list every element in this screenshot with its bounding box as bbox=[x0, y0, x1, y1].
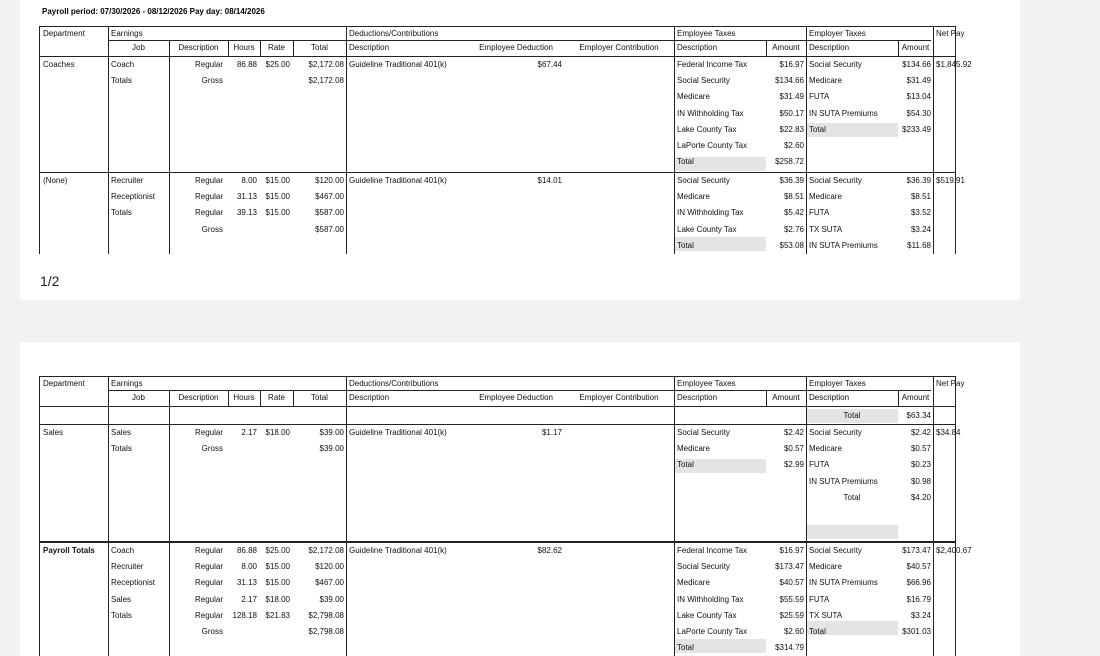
header-employee-tax-amount: Amount bbox=[772, 43, 800, 52]
totals-employee-deduction: $82.62 bbox=[537, 546, 562, 555]
coaches-deduction-description: Guideline Traditional 401(k) bbox=[349, 60, 447, 69]
coaches-employee-tax-amount-list: $16.97 $134.66 $31.49 $50.17 $22.83 $2.60 $258… bbox=[775, 60, 804, 167]
report-page-1: Payroll period: 07/30/2026 - 08/12/2026 … bbox=[20, 0, 1020, 300]
totals-employer-tax-list: Social Security Medicare IN SUTA Premiums F… bbox=[809, 546, 878, 636]
totals-total-list: $2,172.08 $120.00 $467.00 $39.00 $2,798.08 $2… bbox=[308, 546, 344, 636]
sales-rate-list: $18.00 bbox=[265, 428, 290, 437]
header-employer-contribution: Employer Contribution bbox=[579, 43, 659, 52]
sales-hours-list: 2.17 bbox=[241, 428, 257, 437]
totals-employee-tax-list: Federal Income Tax Social Security Medicar… bbox=[677, 546, 748, 653]
header-earnings-p2: Earnings bbox=[111, 379, 143, 388]
header-description: Description bbox=[178, 43, 219, 52]
header-employee-taxes-p2: Employee Taxes bbox=[677, 379, 736, 388]
header-net-pay-p2: Net Pay bbox=[936, 379, 965, 388]
coaches-job-list: Coach Totals bbox=[111, 60, 135, 86]
coaches-employer-tax-amount-list: $134.66 $31.49 $13.04 $54.30 $233.49 bbox=[902, 60, 931, 134]
carry-employer-tax-amount: $63.34 bbox=[906, 411, 931, 420]
sales-net-pay: $34.84 bbox=[936, 428, 961, 437]
none-total-list: $120.00 $467.00 $587.00 $587.00 bbox=[315, 176, 344, 234]
header-employee-tax-amount-p2: Amount bbox=[772, 393, 800, 402]
header-employer-tax-description: Description bbox=[809, 43, 850, 52]
header-employer-tax-amount-p2: Amount bbox=[901, 393, 930, 402]
header-deductions: Deductions/Contributions bbox=[349, 29, 439, 38]
page-indicator: 1/2 bbox=[40, 273, 60, 289]
payroll-period-line: Payroll period: 07/30/2026 - 08/12/2026 … bbox=[42, 7, 265, 16]
coaches-description-list: Regular Gross bbox=[194, 60, 223, 86]
sales-employer-tax-amount-list: $2.42 $0.57 $0.23 $0.98 $4.20 bbox=[910, 428, 931, 502]
header-deductions-p2: Deductions/Contributions bbox=[349, 379, 439, 388]
totals-deduction-description: Guideline Traditional 401(k) bbox=[349, 546, 447, 555]
header-earnings: Earnings bbox=[111, 29, 143, 38]
coaches-total-list: $2,172.08 $2,172.08 bbox=[308, 60, 344, 86]
totals-hours-list: 86.88 8.00 31.13 2.17 128.18 bbox=[232, 546, 257, 620]
sales-employer-tax-list: Social Security Medicare FUTA IN SUTA Premi… bbox=[809, 428, 878, 502]
header-employee-tax-description: Description bbox=[677, 43, 718, 52]
header-job: Job bbox=[132, 43, 145, 52]
header-net-pay: Net Pay bbox=[936, 29, 965, 38]
header-description-p2: Description bbox=[178, 393, 219, 402]
coaches-hours-list: 86.88 bbox=[236, 60, 257, 69]
totals-net-pay: $2,400.67 bbox=[936, 546, 972, 555]
header-employer-tax-amount: Amount bbox=[901, 43, 930, 52]
none-description-list: Regular Regular Regular Gross bbox=[194, 176, 223, 234]
payroll-table-page-2: Department Earnings Deductions/Contribut… bbox=[39, 376, 972, 656]
header-employee-tax-description-p2: Description bbox=[677, 393, 718, 402]
totals-job-list: Coach Recruiter Receptionist Sales Totals bbox=[111, 546, 156, 620]
header-department: Department bbox=[43, 29, 85, 38]
header-deduction-description-p2: Description bbox=[349, 393, 390, 402]
sales-deduction-description: Guideline Traditional 401(k) bbox=[349, 428, 447, 437]
department-sales: Sales bbox=[43, 428, 64, 437]
header-rate: Rate bbox=[268, 43, 285, 52]
department-coaches: Coaches bbox=[43, 60, 75, 69]
header-hours: Hours bbox=[233, 43, 255, 52]
header-hours-p2: Hours bbox=[233, 393, 255, 402]
none-employee-deduction: $14.01 bbox=[537, 176, 562, 185]
coaches-rate-list: $25.00 bbox=[265, 60, 290, 69]
none-employer-tax-list: Social Security Medicare FUTA TX SUTA IN SUT… bbox=[809, 176, 878, 250]
sales-employee-tax-amount-list: $2.42 $0.57 $2.99 bbox=[783, 428, 804, 470]
header-employer-contribution-p2: Employer Contribution bbox=[579, 393, 659, 402]
header-employer-tax-description-p2: Description bbox=[809, 393, 850, 402]
totals-employee-tax-amount-list: $16.97 $173.47 $40.57 $55.59 $25.59 $2.60 $314… bbox=[775, 546, 804, 653]
report-page-2: Department Earnings Deductions/Contribut… bbox=[20, 342, 1020, 656]
sales-job-list: Sales Totals bbox=[111, 428, 132, 454]
header-deduction-description: Description bbox=[349, 43, 390, 52]
coaches-employee-tax-list: Federal Income Tax Social Security Medicar… bbox=[677, 60, 748, 167]
sales-employee-tax-list: Social Security Medicare Total bbox=[677, 428, 730, 470]
none-job-list: Recruiter Receptionist Totals bbox=[111, 176, 156, 218]
totals-rate-list: $25.00 $15.00 $15.00 $18.00 $21.83 bbox=[265, 546, 290, 620]
none-rate-list: $15.00 $15.00 $15.00 bbox=[265, 176, 290, 218]
carry-employer-tax-label: Total bbox=[843, 411, 861, 420]
header-department-p2: Department bbox=[43, 379, 85, 388]
header-employee-taxes: Employee Taxes bbox=[677, 29, 736, 38]
header-job-p2: Job bbox=[132, 393, 145, 402]
header-employee-deduction: Employee Deduction bbox=[479, 43, 553, 52]
payroll-table-page-1: Department Earnings Deductions/Contribut… bbox=[39, 26, 972, 254]
header-employee-deduction-p2: Employee Deduction bbox=[479, 393, 553, 402]
header-total-p2: Total bbox=[311, 393, 328, 402]
none-hours-list: 8.00 31.13 39.13 bbox=[236, 176, 257, 218]
coaches-net-pay: $1,845.92 bbox=[936, 60, 972, 69]
sales-employee-deduction: $1.17 bbox=[541, 428, 562, 437]
header-employer-taxes: Employer Taxes bbox=[809, 29, 866, 38]
none-employer-tax-amount-list: $36.39 $8.51 $3.52 $3.24 $11.68 bbox=[906, 176, 931, 250]
none-employee-tax-amount-list: $36.39 $8.51 $5.42 $2.76 $53.08 bbox=[779, 176, 804, 250]
none-deduction-description: Guideline Traditional 401(k) bbox=[349, 176, 447, 185]
department-payroll-totals: Payroll Totals bbox=[43, 546, 95, 555]
header-total: Total bbox=[311, 43, 328, 52]
totals-description-list: Regular Regular Regular Regular Regular Gross bbox=[194, 546, 223, 636]
sales-total-list: $39.00 $39.00 bbox=[319, 428, 344, 454]
header-employer-taxes-p2: Employer Taxes bbox=[809, 379, 866, 388]
sales-description-list: Regular Gross bbox=[194, 428, 223, 454]
none-net-pay: $519.91 bbox=[936, 176, 965, 185]
coaches-employer-tax-list: Social Security Medicare FUTA IN SUTA Premi… bbox=[809, 60, 878, 134]
coaches-employee-deduction: $67.44 bbox=[537, 60, 562, 69]
header-rate-p2: Rate bbox=[268, 393, 285, 402]
none-employee-tax-list: Social Security Medicare IN Withholding Ta… bbox=[677, 176, 744, 250]
totals-employer-tax-amount-list: $173.47 $40.57 $66.96 $16.79 $3.24 $301.03 bbox=[902, 546, 931, 636]
department-none: (None) bbox=[43, 176, 68, 185]
